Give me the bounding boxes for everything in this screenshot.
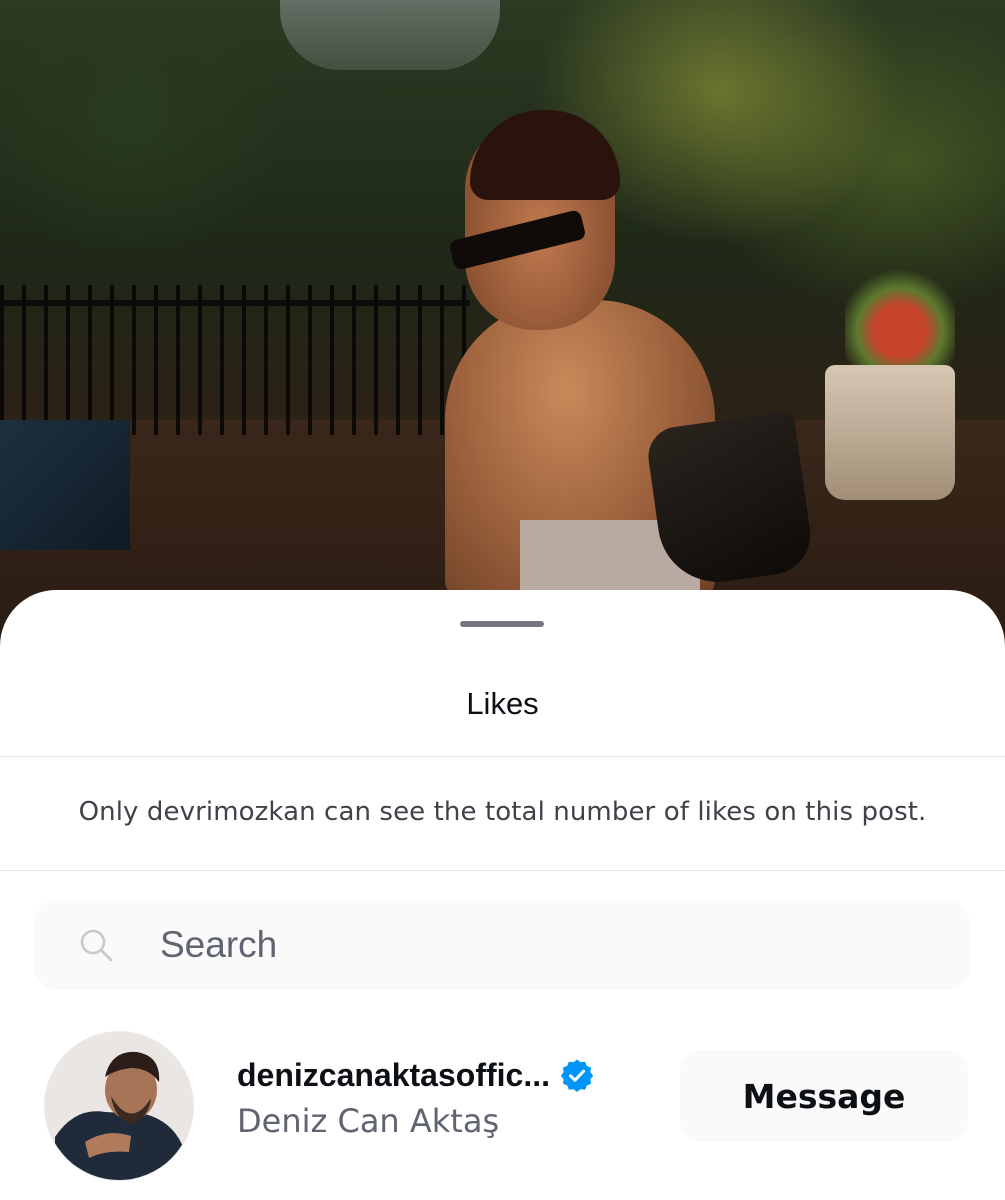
sheet-title: Likes — [466, 686, 539, 721]
username-line[interactable]: denizcanaktasoffic... — [237, 1055, 594, 1095]
search-icon — [80, 929, 113, 962]
likes-sheet: Likes Only devrimozkan can see the total… — [0, 590, 1005, 1200]
divider — [0, 756, 1005, 757]
photo-sign — [0, 420, 130, 550]
full-name: Deniz Can Aktaş — [237, 1102, 500, 1140]
search-input[interactable] — [160, 920, 920, 970]
likes-visibility-notice: Only devrimozkan can see the total numbe… — [78, 797, 927, 827]
message-button[interactable]: Message — [680, 1050, 968, 1142]
verified-badge-icon — [560, 1059, 594, 1092]
divider — [0, 870, 1005, 871]
screen: Likes Only devrimozkan can see the total… — [0, 0, 1005, 1200]
photo-plant — [845, 265, 955, 375]
post-photo[interactable] — [0, 0, 1005, 640]
avatar[interactable] — [45, 1032, 193, 1180]
photo-person-hair — [470, 110, 620, 200]
photo-planter — [825, 365, 955, 500]
username[interactable]: denizcanaktasoffic... — [237, 1057, 550, 1094]
search-bar[interactable] — [34, 900, 970, 990]
photo-fence — [0, 285, 470, 435]
list-item[interactable]: denizcanaktasoffic... Deniz Can Aktaş Me… — [0, 1020, 1005, 1180]
sheet-drag-handle[interactable] — [460, 621, 544, 627]
photo-fence-rail — [0, 300, 470, 306]
avatar-photo — [45, 1032, 193, 1180]
photo-sky — [280, 0, 500, 70]
